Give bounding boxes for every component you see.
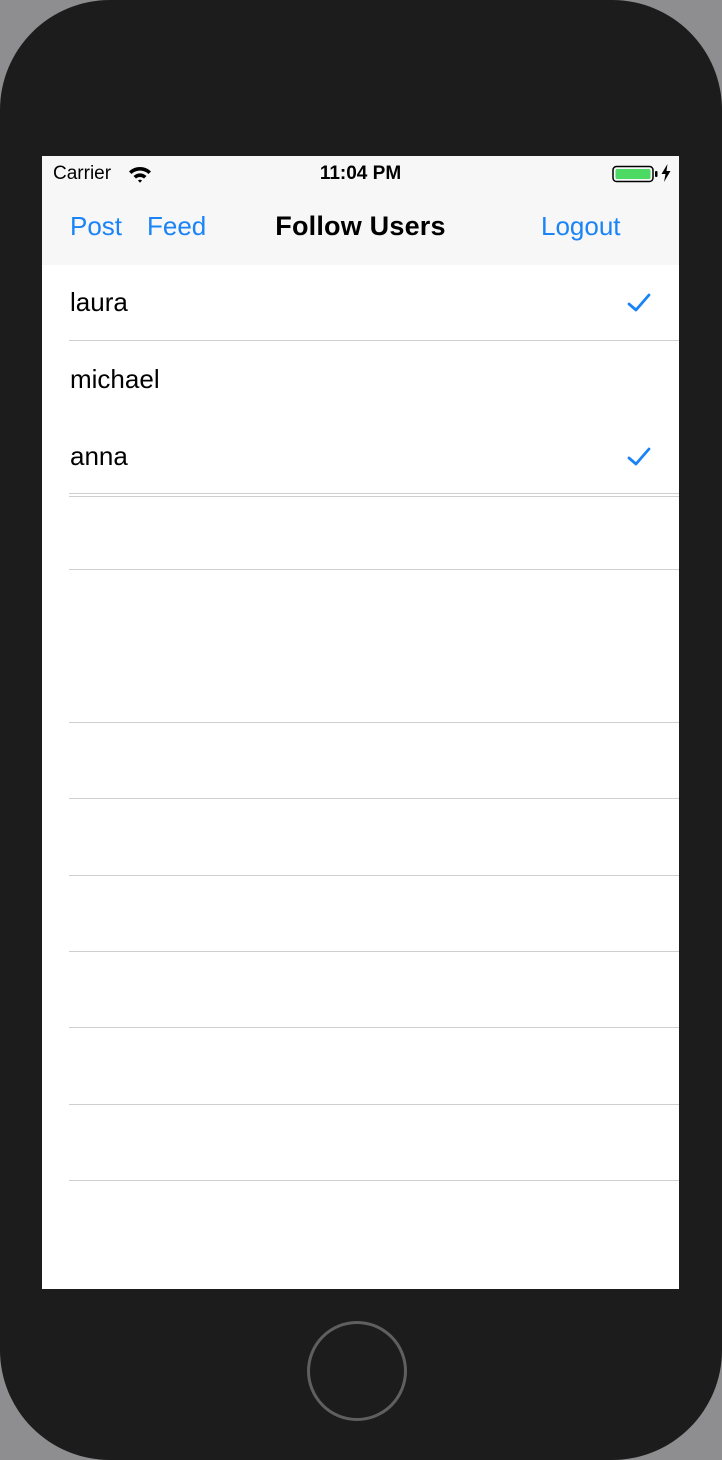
row-separator — [69, 496, 679, 497]
row-separator — [69, 1027, 679, 1028]
row-separator — [69, 1180, 679, 1181]
checkmark-icon — [627, 447, 651, 466]
user-name: anna — [70, 441, 128, 471]
phone-device-frame: Carrier 11:04 PM Post Feed Follow Users … — [0, 0, 722, 1460]
navigation-bar: Post Feed Follow Users Logout — [42, 192, 679, 265]
user-row-anna[interactable]: anna — [42, 419, 679, 495]
battery-full-icon — [612, 165, 658, 183]
checkmark-icon — [627, 293, 651, 312]
row-separator — [69, 493, 679, 494]
row-separator — [69, 798, 679, 799]
row-separator — [69, 875, 679, 876]
status-time: 11:04 PM — [319, 163, 402, 184]
row-separator — [69, 340, 679, 341]
row-separator — [69, 951, 679, 952]
home-button[interactable] — [307, 1321, 407, 1421]
user-name: michael — [70, 364, 160, 394]
app-screen: Carrier 11:04 PM Post Feed Follow Users … — [42, 156, 679, 1289]
logout-button[interactable]: Logout — [541, 211, 621, 242]
row-separator — [69, 569, 679, 570]
status-bar: Carrier 11:04 PM — [42, 156, 679, 192]
charging-bolt-icon — [661, 164, 671, 182]
user-name: laura — [70, 287, 128, 317]
row-separator — [69, 1104, 679, 1105]
row-separator — [69, 722, 679, 723]
user-row-michael[interactable]: michael — [42, 342, 679, 418]
user-row-laura[interactable]: laura — [42, 265, 679, 341]
